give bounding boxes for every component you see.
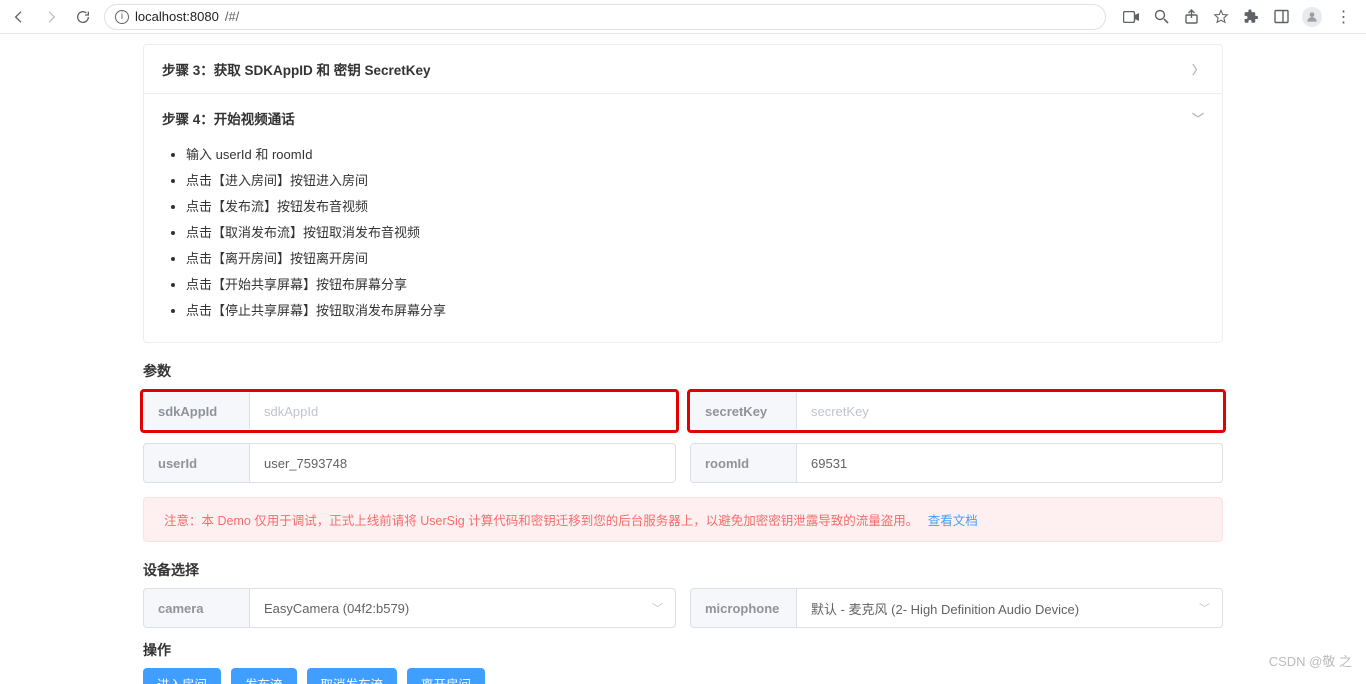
browser-toolbar: i localhost:8080 /#/ ⋮ <box>0 0 1366 34</box>
userid-label: userId <box>144 444 250 482</box>
alert-link[interactable]: 查看文档 <box>928 514 978 528</box>
enter-room-button[interactable]: 进入房间 <box>143 668 221 684</box>
step4-title: 步骤 4：开始视频通话 <box>162 108 295 128</box>
secretkey-field: secretKey <box>690 392 1223 430</box>
secretkey-highlight: secretKey <box>687 389 1226 433</box>
step4-bullet: 点击【停止共享屏幕】按钮取消发布屏幕分享 <box>186 298 1186 324</box>
actions-title: 操作 <box>143 640 1223 660</box>
sdkappid-field: sdkAppId <box>143 392 676 430</box>
chevron-down-icon: ﹀ <box>652 589 675 627</box>
step4-bullet: 输入 userId 和 roomId <box>186 142 1186 168</box>
page-viewport[interactable]: 步骤 3：获取 SDKAppID 和 密钥 SecretKey 〉 步骤 4：开… <box>0 34 1366 684</box>
panel-icon[interactable] <box>1272 8 1290 26</box>
camera-select[interactable]: camera EasyCamera (04f2:b579) ﹀ <box>143 588 676 628</box>
step3-title: 步骤 3：获取 SDKAppID 和 密钥 SecretKey <box>162 59 431 79</box>
steps-card: 步骤 3：获取 SDKAppID 和 密钥 SecretKey 〉 步骤 4：开… <box>143 44 1223 343</box>
microphone-select[interactable]: microphone 默认 - 麦克风 (2- High Definition … <box>690 588 1223 628</box>
params-title: 参数 <box>143 361 1223 381</box>
camera-label: camera <box>144 589 250 627</box>
chevron-down-icon: ﹀ <box>1199 589 1222 627</box>
sdkappid-input[interactable] <box>250 393 675 429</box>
zoom-icon[interactable] <box>1152 8 1170 26</box>
forward-button[interactable] <box>40 6 62 28</box>
camera-value: EasyCamera (04f2:b579) <box>250 589 652 627</box>
sdkappid-highlight: sdkAppId <box>140 389 679 433</box>
star-icon[interactable] <box>1212 8 1230 26</box>
chevron-down-icon: ﹀ <box>1192 110 1204 127</box>
sdkappid-label: sdkAppId <box>144 393 250 429</box>
address-bar[interactable]: i localhost:8080 /#/ <box>104 4 1106 30</box>
unpublish-button[interactable]: 取消发布流 <box>307 668 398 684</box>
step4-bullet: 点击【发布流】按钮发布音视频 <box>186 194 1186 220</box>
back-button[interactable] <box>8 6 30 28</box>
info-icon: i <box>115 10 129 24</box>
share-icon[interactable] <box>1182 8 1200 26</box>
step4-body: 输入 userId 和 roomId 点击【进入房间】按钮进入房间 点击【发布流… <box>144 142 1222 342</box>
menu-icon[interactable]: ⋮ <box>1334 8 1352 26</box>
camera-icon[interactable] <box>1122 8 1140 26</box>
url-host: localhost:8080 <box>135 9 219 24</box>
step4-bullet: 点击【进入房间】按钮进入房间 <box>186 168 1186 194</box>
secretkey-input[interactable] <box>797 393 1222 429</box>
step3-item[interactable]: 步骤 3：获取 SDKAppID 和 密钥 SecretKey 〉 <box>144 45 1222 94</box>
extensions-icon[interactable] <box>1242 8 1260 26</box>
warning-alert: 注意：本 Demo 仅用于调试，正式上线前请将 UserSig 计算代码和密钥迁… <box>143 497 1223 542</box>
leave-room-button[interactable]: 离开房间 <box>407 668 485 684</box>
url-path: /#/ <box>225 9 239 24</box>
secretkey-label: secretKey <box>691 393 797 429</box>
microphone-label: microphone <box>691 589 797 627</box>
microphone-value: 默认 - 麦克风 (2- High Definition Audio Devic… <box>797 589 1199 627</box>
profile-avatar[interactable] <box>1302 7 1322 27</box>
reload-button[interactable] <box>72 6 94 28</box>
toolbar-right: ⋮ <box>1122 7 1358 27</box>
roomid-input[interactable] <box>797 444 1222 482</box>
step4-item[interactable]: 步骤 4：开始视频通话 ﹀ 输入 userId 和 roomId 点击【进入房间… <box>144 94 1222 342</box>
userid-field: userId <box>143 443 676 483</box>
step4-bullet: 点击【离开房间】按钮离开房间 <box>186 246 1186 272</box>
roomid-field: roomId <box>690 443 1223 483</box>
step4-bullet: 点击【开始共享屏幕】按钮布屏幕分享 <box>186 272 1186 298</box>
step4-bullet: 点击【取消发布流】按钮取消发布音视频 <box>186 220 1186 246</box>
devices-title: 设备选择 <box>143 560 1223 580</box>
roomid-label: roomId <box>691 444 797 482</box>
chevron-right-icon: 〉 <box>1192 61 1204 78</box>
userid-input[interactable] <box>250 444 675 482</box>
publish-button[interactable]: 发布流 <box>231 668 297 684</box>
alert-text: 注意：本 Demo 仅用于调试，正式上线前请将 UserSig 计算代码和密钥迁… <box>164 514 918 528</box>
